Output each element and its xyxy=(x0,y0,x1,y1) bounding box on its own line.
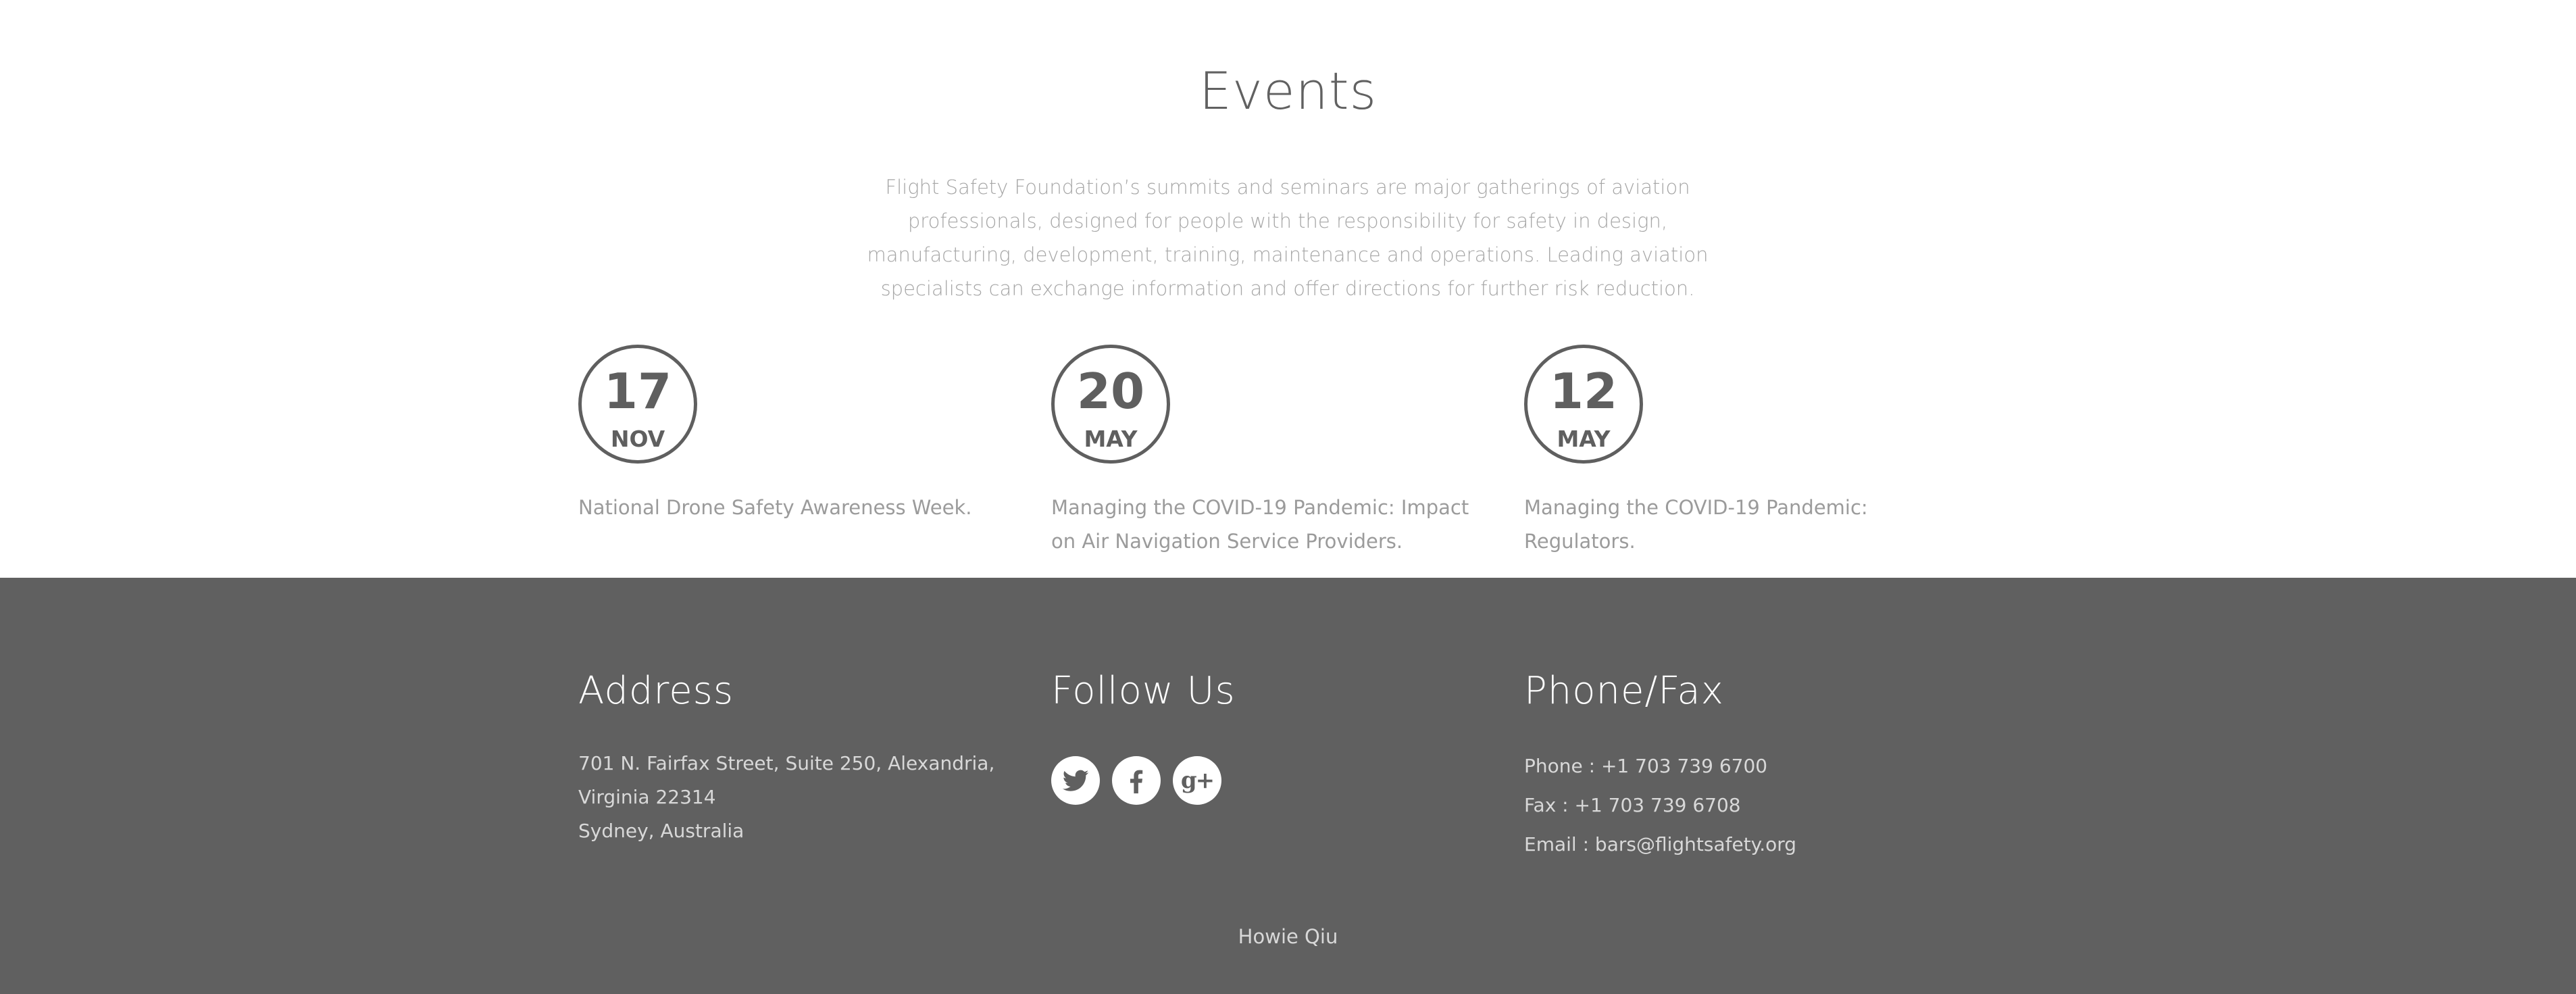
phone-heading: Phone/Fax xyxy=(1524,669,1724,713)
address-heading: Address xyxy=(578,669,734,713)
event-title[interactable]: Managing the COVID-19 Pandemic: Regulato… xyxy=(1524,491,1970,558)
address-line: 701 N. Fairfax Street, Suite 250, Alexan… xyxy=(578,752,995,808)
social-links: g+ xyxy=(1051,756,1497,805)
events-title: Events xyxy=(1198,61,1378,121)
facebook-icon[interactable] xyxy=(1112,756,1161,805)
event-month: MAY xyxy=(1557,426,1611,452)
phone-number: Phone : +1 703 739 6700 xyxy=(1524,755,1768,777)
facebook-glyph xyxy=(1130,770,1143,794)
event-day: 17 xyxy=(603,363,672,420)
event-day: 20 xyxy=(1076,363,1145,420)
event-day: 12 xyxy=(1549,363,1618,420)
event-item[interactable]: 20 MAY Managing the COVID-19 Pandemic: I… xyxy=(1051,345,1497,558)
email-address[interactable]: Email : bars@flightsafety.org xyxy=(1524,825,1970,864)
twitter-icon[interactable] xyxy=(1051,756,1100,805)
fax-number: Fax : +1 703 739 6708 xyxy=(1524,794,1741,816)
google-plus-icon[interactable]: g+ xyxy=(1173,756,1221,805)
twitter-glyph xyxy=(1062,770,1089,791)
event-month: NOV xyxy=(610,426,665,452)
google-plus-glyph: g+ xyxy=(1180,767,1215,794)
address-body: 701 N. Fairfax Street, Suite 250, Alexan… xyxy=(578,747,1024,848)
event-title[interactable]: Managing the COVID-19 Pandemic: Impact o… xyxy=(1051,491,1497,558)
event-item[interactable]: 17 NOV National Drone Safety Awareness W… xyxy=(578,345,1024,524)
event-date-badge: 12 MAY xyxy=(1524,345,1643,464)
event-date-badge: 20 MAY xyxy=(1051,345,1170,464)
event-date-badge: 17 NOV xyxy=(578,345,697,464)
events-intro: Flight Safety Foundation’s summits and s… xyxy=(867,176,1709,300)
event-item[interactable]: 12 MAY Managing the COVID-19 Pandemic: R… xyxy=(1524,345,1970,558)
phone-column: Phone/Fax Phone : +1 703 739 6700 Fax : … xyxy=(1524,672,1970,864)
follow-heading: Follow Us xyxy=(1051,669,1236,713)
footer: Address 701 N. Fairfax Street, Suite 250… xyxy=(0,578,2576,994)
event-month: MAY xyxy=(1084,426,1138,452)
footer-credit: Howie Qiu xyxy=(1238,925,1338,948)
events-section: Events Flight Safety Foundation’s summit… xyxy=(0,0,2576,578)
event-title[interactable]: National Drone Safety Awareness Week. xyxy=(578,491,1024,524)
phone-body: Phone : +1 703 739 6700 Fax : +1 703 739… xyxy=(1524,747,1970,864)
address-line: Sydney, Australia xyxy=(578,820,744,842)
address-column: Address 701 N. Fairfax Street, Suite 250… xyxy=(578,672,1024,848)
follow-column: Follow Us g+ xyxy=(1051,672,1497,805)
